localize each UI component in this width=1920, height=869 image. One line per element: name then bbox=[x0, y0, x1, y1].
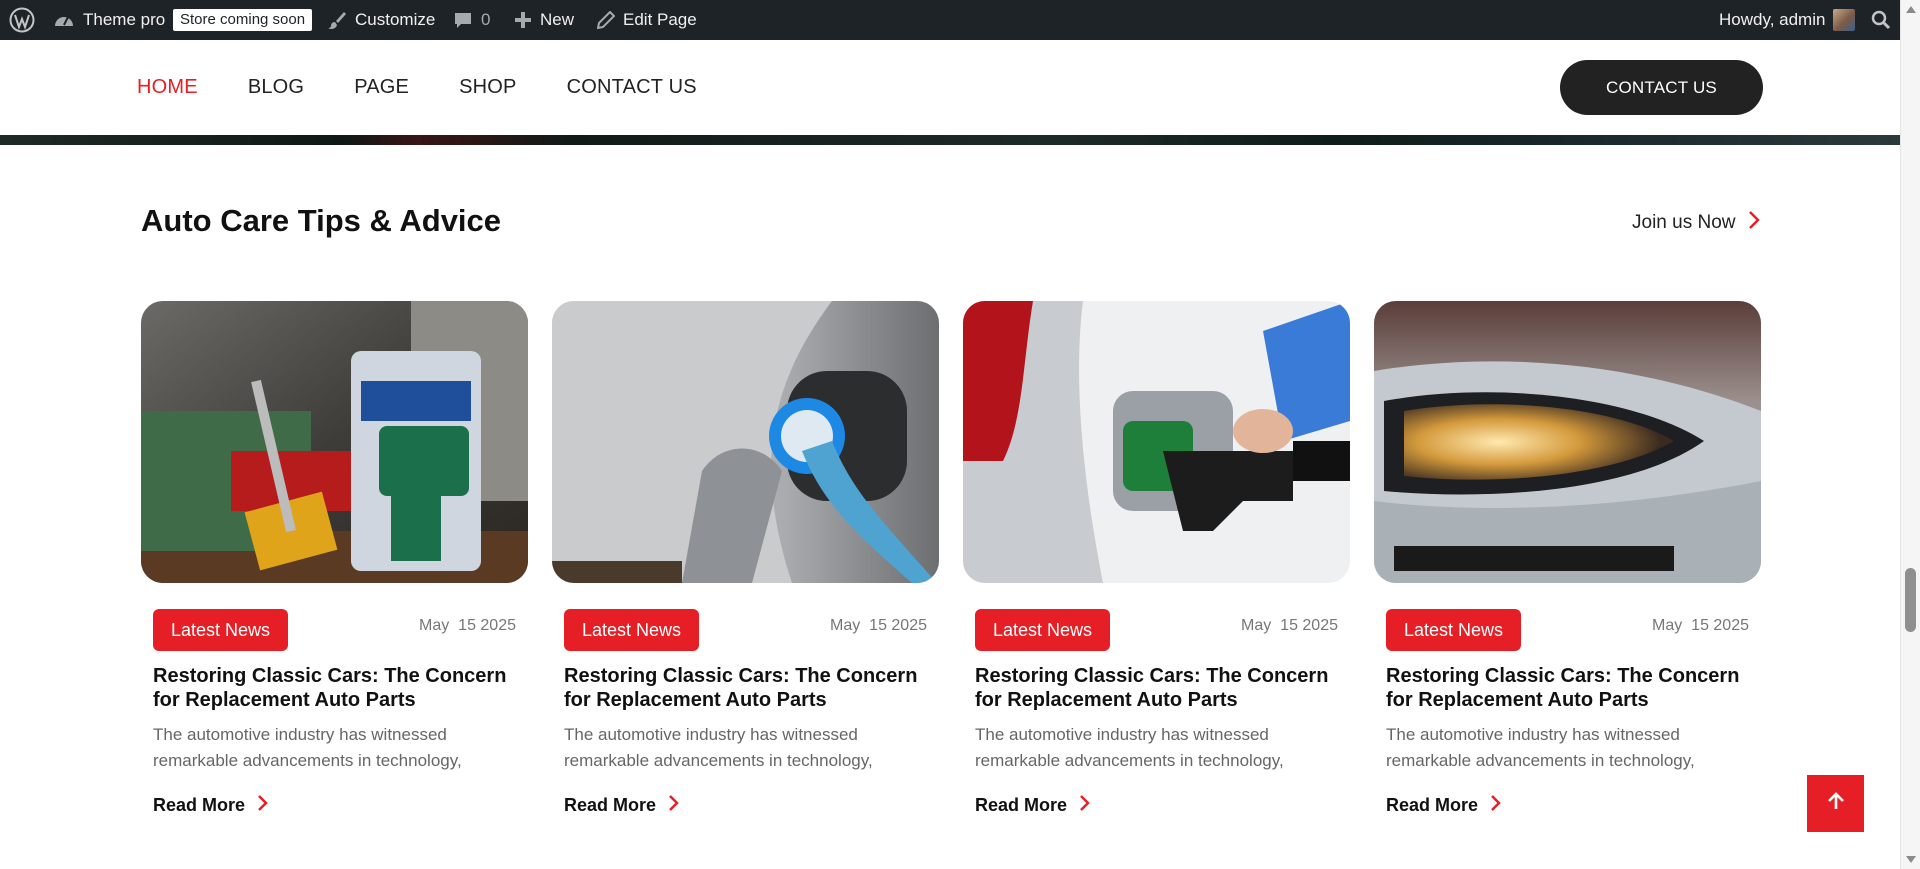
card-meta: Latest News May 15 2025 bbox=[963, 609, 1350, 651]
store-status-badge[interactable]: Store coming soon bbox=[173, 0, 313, 40]
edit-page-link[interactable]: Edit Page bbox=[597, 0, 697, 40]
chevron-right-icon bbox=[257, 794, 268, 817]
pencil-icon bbox=[597, 11, 615, 29]
card-title[interactable]: Restoring Classic Cars: The Concern for … bbox=[975, 664, 1338, 712]
new-content-link[interactable]: New bbox=[514, 0, 574, 40]
category-tag[interactable]: Latest News bbox=[153, 609, 289, 651]
card-excerpt: The automotive industry has witnessed re… bbox=[564, 725, 873, 770]
new-label: New bbox=[540, 10, 575, 29]
customize-link[interactable]: Customize bbox=[327, 0, 435, 40]
card-meta: Latest News May 15 2025 bbox=[141, 609, 528, 651]
section-title: Auto Care Tips & Advice bbox=[141, 203, 502, 238]
read-more-label: Read More bbox=[975, 795, 1068, 815]
admin-bar: Theme pro Store coming soon Customize 0 … bbox=[0, 0, 1900, 40]
read-more-label: Read More bbox=[153, 795, 246, 815]
card-title[interactable]: Restoring Classic Cars: The Concern for … bbox=[153, 664, 516, 712]
plus-icon bbox=[514, 11, 532, 29]
blog-card: Latest News May 15 2025 Restoring Classi… bbox=[1374, 301, 1761, 817]
store-badge-label: Store coming soon bbox=[173, 9, 313, 31]
read-more-label: Read More bbox=[1386, 795, 1479, 815]
comments-count: 0 bbox=[481, 10, 491, 29]
page-scrollbar[interactable] bbox=[1900, 0, 1920, 869]
scrollbar-thumb[interactable] bbox=[1905, 568, 1916, 632]
join-us-label: Join us Now bbox=[1632, 212, 1736, 233]
site-header: HOME BLOG PAGE SHOP CONTACT US CONTACT U… bbox=[0, 40, 1900, 135]
post-date: May 15 2025 bbox=[1241, 617, 1338, 634]
blog-card: Latest News May 15 2025 Restoring Classi… bbox=[141, 301, 528, 817]
nav-item-shop[interactable]: SHOP bbox=[459, 76, 516, 99]
card-excerpt: The automotive industry has witnessed re… bbox=[1386, 725, 1695, 770]
edit-page-label: Edit Page bbox=[623, 10, 697, 29]
post-date: May 15 2025 bbox=[830, 617, 927, 634]
category-tag[interactable]: Latest News bbox=[975, 609, 1111, 651]
scroll-down-arrow-icon[interactable] bbox=[1906, 856, 1916, 863]
card-excerpt: The automotive industry has witnessed re… bbox=[153, 725, 462, 770]
scroll-up-arrow-icon[interactable] bbox=[1906, 6, 1916, 13]
main-nav: HOME BLOG PAGE SHOP CONTACT US bbox=[137, 40, 747, 135]
card-image-fuel-nozzle[interactable] bbox=[963, 301, 1350, 583]
chevron-right-icon bbox=[1490, 794, 1501, 817]
card-image-power-tools[interactable] bbox=[141, 301, 528, 583]
nav-item-home[interactable]: HOME bbox=[137, 76, 198, 99]
wordpress-logo-icon[interactable] bbox=[9, 0, 35, 40]
post-date: May 15 2025 bbox=[1652, 617, 1749, 634]
chevron-right-icon bbox=[1079, 794, 1090, 817]
nav-item-contact[interactable]: CONTACT US bbox=[567, 76, 697, 99]
arrow-up-icon bbox=[1827, 791, 1845, 816]
brush-icon bbox=[327, 10, 347, 30]
contact-us-button[interactable]: CONTACT US bbox=[1560, 60, 1763, 115]
card-meta: Latest News May 15 2025 bbox=[552, 609, 939, 651]
read-more-link[interactable]: Read More bbox=[564, 794, 927, 817]
category-tag[interactable]: Latest News bbox=[564, 609, 700, 651]
site-name-menu[interactable]: Theme pro bbox=[53, 0, 165, 40]
read-more-link[interactable]: Read More bbox=[975, 794, 1338, 817]
card-meta: Latest News May 15 2025 bbox=[1374, 609, 1761, 651]
back-to-top-button[interactable] bbox=[1807, 775, 1864, 832]
chevron-right-icon bbox=[1748, 210, 1760, 236]
read-more-link[interactable]: Read More bbox=[1386, 794, 1749, 817]
card-title[interactable]: Restoring Classic Cars: The Concern for … bbox=[564, 664, 927, 712]
gauge-icon bbox=[53, 10, 75, 30]
hero-banner-edge bbox=[0, 135, 1900, 145]
card-image-ev-charging[interactable] bbox=[552, 301, 939, 583]
category-tag[interactable]: Latest News bbox=[1386, 609, 1522, 651]
join-us-link[interactable]: Join us Now bbox=[1632, 210, 1760, 236]
read-more-label: Read More bbox=[564, 795, 657, 815]
comment-icon bbox=[453, 10, 473, 30]
read-more-link[interactable]: Read More bbox=[153, 794, 516, 817]
greeting-label: Howdy, admin bbox=[1719, 10, 1826, 29]
nav-item-page[interactable]: PAGE bbox=[354, 76, 409, 99]
site-name-label: Theme pro bbox=[83, 10, 166, 29]
comments-link[interactable]: 0 bbox=[453, 0, 490, 40]
nav-item-blog[interactable]: BLOG bbox=[248, 76, 304, 99]
avatar bbox=[1833, 9, 1856, 31]
account-menu[interactable]: Howdy, admin bbox=[1719, 0, 1856, 40]
card-title[interactable]: Restoring Classic Cars: The Concern for … bbox=[1386, 664, 1749, 712]
card-image-car-headlight[interactable] bbox=[1374, 301, 1761, 583]
post-date: May 15 2025 bbox=[419, 617, 516, 634]
card-excerpt: The automotive industry has witnessed re… bbox=[975, 725, 1284, 770]
customize-label: Customize bbox=[355, 10, 436, 29]
blog-card: Latest News May 15 2025 Restoring Classi… bbox=[552, 301, 939, 817]
blog-card: Latest News May 15 2025 Restoring Classi… bbox=[963, 301, 1350, 817]
search-icon[interactable] bbox=[1871, 0, 1891, 40]
chevron-right-icon bbox=[668, 794, 679, 817]
